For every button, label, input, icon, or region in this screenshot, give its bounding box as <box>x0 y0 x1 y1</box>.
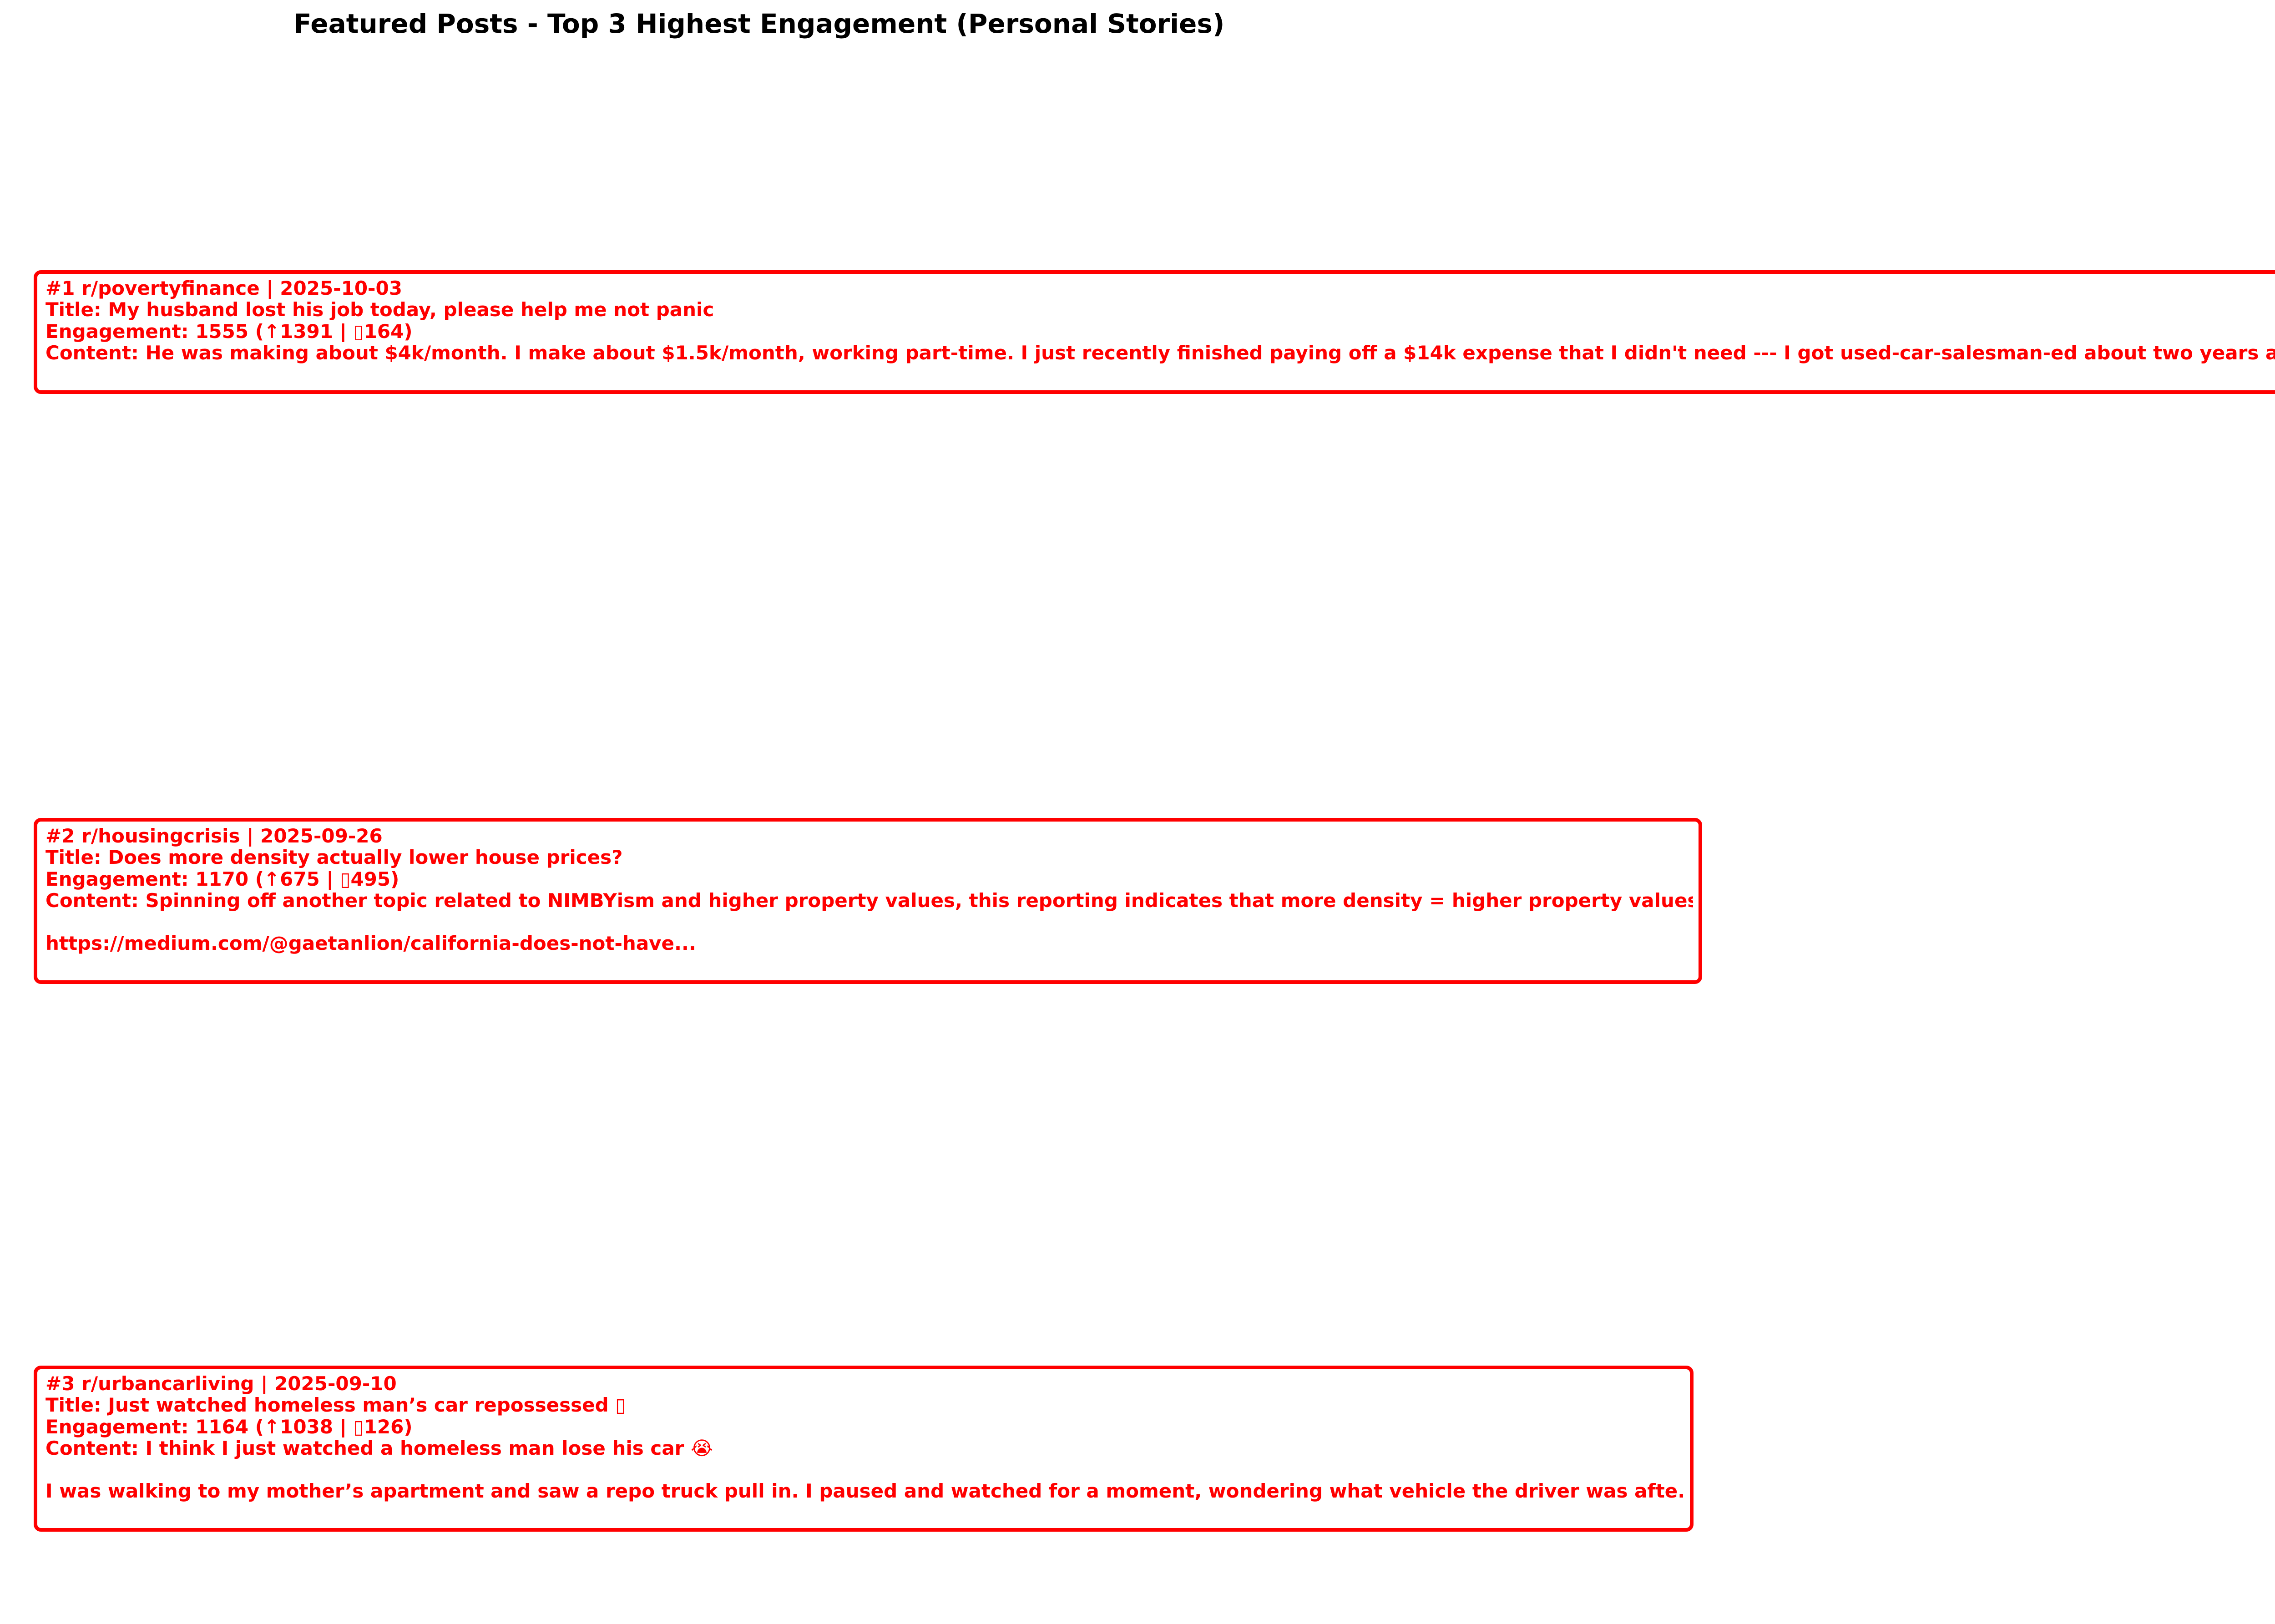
post-engagement: Engagement: 1164 (↑1038 | ▯126) <box>46 1416 413 1437</box>
post-content-line: I was walking to my mother’s apartment a… <box>46 1480 1684 1502</box>
post-content-line: Content: I think I just watched a homele… <box>46 1437 713 1459</box>
post-header: #2 r/housingcrisis | 2025-09-26 <box>46 825 383 847</box>
post-title[interactable]: Title: My husband lost his job today, pl… <box>46 299 2275 320</box>
post-content-line: Content: Spinning off another topic rela… <box>46 889 1693 912</box>
page-title: Featured Posts - Top 3 Highest Engagemen… <box>293 8 1225 39</box>
post-engagement: Engagement: 1170 (↑675 | ▯495) <box>46 868 399 890</box>
post-engagement: Engagement: 1555 (↑1391 | ▯164) <box>46 320 413 342</box>
post-card-1[interactable]: #1 r/povertyfinance | 2025-10-03 Title: … <box>34 270 2275 394</box>
post-header: #1 r/povertyfinance | 2025-10-03 <box>46 277 402 299</box>
post-title[interactable]: Title: Just watched homeless man’s car r… <box>46 1394 1684 1416</box>
post-header: #3 r/urbancarliving | 2025-09-10 <box>46 1373 397 1395</box>
post-content-blank-line <box>46 911 1693 933</box>
post-card-2[interactable]: #2 r/housingcrisis | 2025-09-26 Title: D… <box>34 818 1702 984</box>
post-content-line: Content: He was making about $4k/month. … <box>46 342 2275 364</box>
post-card-3[interactable]: #3 r/urbancarliving | 2025-09-10 Title: … <box>34 1366 1694 1532</box>
post-content-blank-line <box>46 1459 1684 1480</box>
post-content-link[interactable]: https://medium.com/@gaetanlion/californi… <box>46 933 1693 954</box>
post-title[interactable]: Title: Does more density actually lower … <box>46 847 1693 868</box>
